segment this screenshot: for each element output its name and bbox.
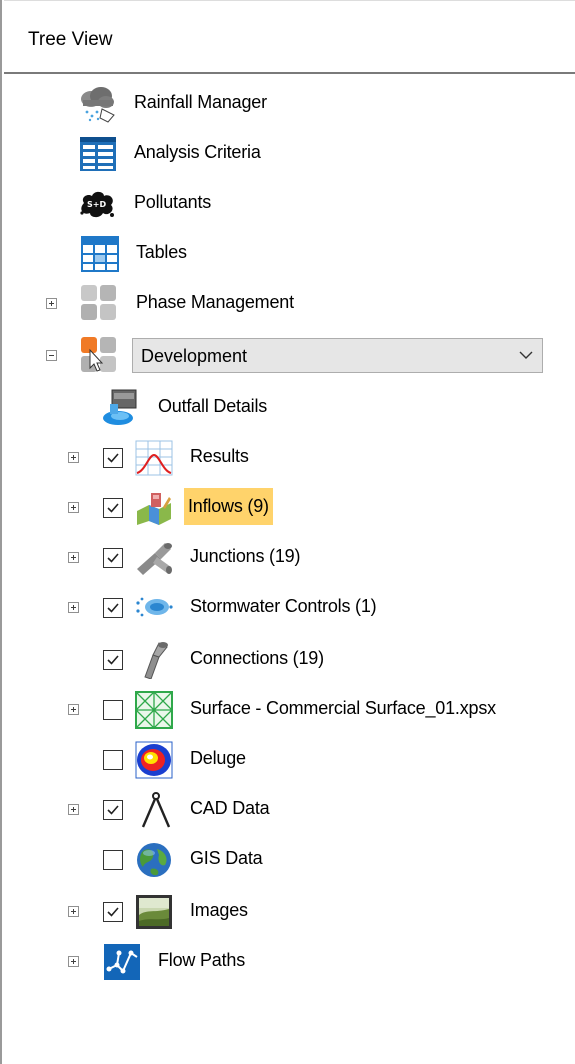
connections-checkbox[interactable] xyxy=(103,650,123,670)
phase-select[interactable]: Development xyxy=(132,338,543,373)
svg-text:S+D: S+D xyxy=(87,200,106,209)
tree-item-junctions[interactable]: Junctions (19) xyxy=(4,536,564,580)
tree-item-label: Connections (19) xyxy=(190,648,324,668)
pollutants-blob-icon: S+D xyxy=(80,191,114,218)
expand-toggle[interactable] xyxy=(68,804,79,815)
table-grid-icon xyxy=(81,236,119,272)
tree: Rainfall Manager Analysis Criteria S+D P… xyxy=(4,74,575,1064)
tree-item-label: Images xyxy=(190,900,248,920)
surface-mesh-icon xyxy=(135,691,173,729)
tree-item-label: Rainfall Manager xyxy=(134,92,267,112)
tree-item-label: GIS Data xyxy=(190,848,263,868)
tree-item-outfall-details[interactable]: Outfall Details xyxy=(4,386,564,430)
tree-item-pollutants[interactable]: S+D Pollutants xyxy=(4,182,564,226)
tree-item-images[interactable]: Images xyxy=(4,890,564,934)
tree-item-flow-paths[interactable]: Flow Paths xyxy=(4,940,564,984)
tree-item-inflows[interactable]: Inflows (9) xyxy=(4,486,564,530)
phase-tiles-icon xyxy=(81,285,116,320)
tree-item-rainfall-manager[interactable]: Rainfall Manager xyxy=(4,82,564,126)
panel-header: Tree View xyxy=(4,0,575,72)
results-checkbox[interactable] xyxy=(103,448,123,468)
results-graph-icon xyxy=(135,440,173,476)
flow-paths-icon xyxy=(104,944,140,980)
tree-item-label: Junctions (19) xyxy=(190,546,301,566)
expand-toggle[interactable] xyxy=(68,704,79,715)
tree-item-label: CAD Data xyxy=(190,798,270,818)
tree-item-label: Pollutants xyxy=(134,192,212,212)
images-checkbox[interactable] xyxy=(103,902,123,922)
analysis-criteria-icon xyxy=(80,137,116,171)
tree-item-label: Analysis Criteria xyxy=(134,142,261,162)
tree-item-label: Deluge xyxy=(190,748,246,768)
tree-item-phase-management[interactable]: Phase Management xyxy=(4,282,564,326)
chevron-down-icon xyxy=(519,351,533,359)
tree-item-label: Phase Management xyxy=(136,292,294,312)
tree-item-analysis-criteria[interactable]: Analysis Criteria xyxy=(4,132,564,176)
tree-item-label: Results xyxy=(190,446,249,466)
tree-item-results[interactable]: Results xyxy=(4,436,564,480)
expand-toggle[interactable] xyxy=(68,552,79,563)
junctions-checkbox[interactable] xyxy=(103,548,123,568)
outfall-icon xyxy=(103,389,137,425)
tree-item-label-selected: Inflows (9) xyxy=(184,488,273,525)
tree-item-label: Surface - Commercial Surface_01.xpsx xyxy=(190,698,496,718)
gis-data-checkbox[interactable] xyxy=(103,850,123,870)
panel-title: Tree View xyxy=(28,29,113,50)
expand-toggle[interactable] xyxy=(68,906,79,917)
tree-item-label: Flow Paths xyxy=(158,950,246,970)
tree-item-stormwater-controls[interactable]: Stormwater Controls (1) xyxy=(4,586,564,630)
cad-data-checkbox[interactable] xyxy=(103,800,123,820)
rainfall-cloud-icon xyxy=(81,87,115,123)
tree-item-tables[interactable]: Tables xyxy=(4,232,564,276)
tree-item-cad-data[interactable]: CAD Data xyxy=(4,788,564,832)
tree-item-connections[interactable]: Connections (19) xyxy=(4,638,564,682)
expand-toggle[interactable] xyxy=(68,502,79,513)
connection-pipe-icon xyxy=(144,642,168,679)
tree-item-gis-data[interactable]: GIS Data xyxy=(4,838,564,882)
surface-checkbox[interactable] xyxy=(103,700,123,720)
tree-item-label: Tables xyxy=(136,242,187,262)
deluge-heatmap-icon xyxy=(135,741,173,779)
stormwater-controls-checkbox[interactable] xyxy=(103,598,123,618)
tree-item-surface[interactable]: Surface - Commercial Surface_01.xpsx xyxy=(4,688,564,732)
expand-toggle[interactable] xyxy=(68,602,79,613)
pipe-junction-icon xyxy=(137,543,172,575)
expand-toggle[interactable] xyxy=(46,298,57,309)
phase-active-icon xyxy=(81,337,116,372)
collapse-toggle[interactable] xyxy=(46,350,57,361)
phase-select-value: Development xyxy=(141,346,248,366)
compass-drafting-icon xyxy=(141,792,171,828)
tree-item-label: Outfall Details xyxy=(158,396,268,416)
deluge-checkbox[interactable] xyxy=(103,750,123,770)
tree-view-panel: Tree View Rainfall Manager Analysis Crit… xyxy=(0,0,575,1064)
tree-item-label: Stormwater Controls (1) xyxy=(190,596,377,616)
globe-icon xyxy=(137,843,171,877)
image-photo-icon xyxy=(136,895,172,929)
inflows-checkbox[interactable] xyxy=(103,498,123,518)
stormwater-control-icon xyxy=(136,597,173,617)
expand-toggle[interactable] xyxy=(68,452,79,463)
expand-toggle[interactable] xyxy=(68,956,79,967)
tree-item-deluge[interactable]: Deluge xyxy=(4,738,564,782)
inflows-map-icon xyxy=(137,493,171,525)
